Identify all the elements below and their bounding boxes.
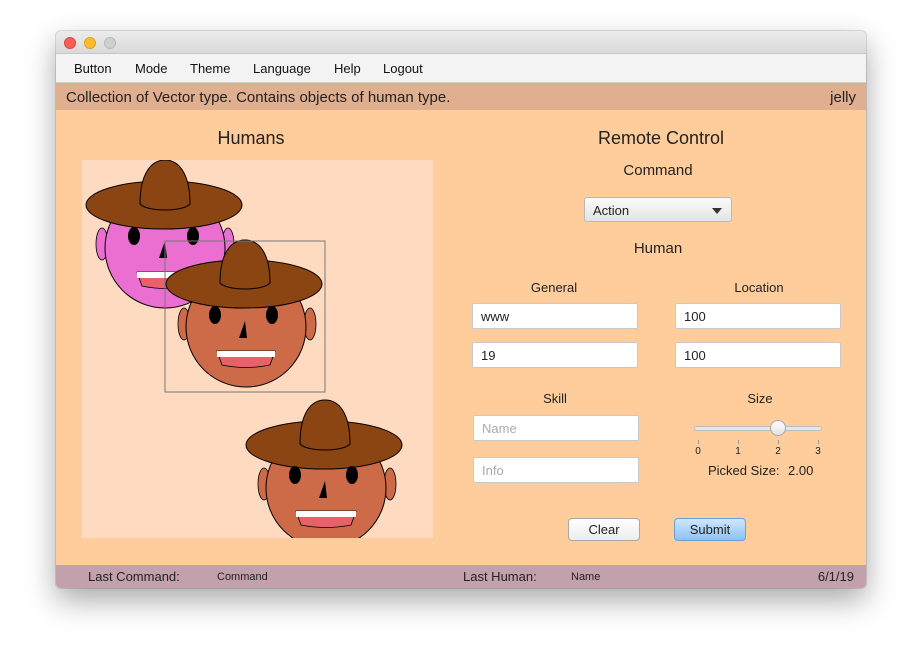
slider-tick [778,440,779,444]
location-y-field[interactable] [675,342,841,368]
slider-tick [738,440,739,444]
menu-bar: Button Mode Theme Language Help Logout [56,54,866,83]
location-label: Location [734,280,784,295]
main-panel: Humans Remote Control Command Action Hum… [56,110,866,565]
clear-button[interactable]: Clear [568,518,640,541]
size-slider[interactable]: 0 1 2 3 [694,419,822,457]
command-dropdown[interactable]: Action [584,197,732,222]
username: jelly [830,89,856,106]
last-human-value: Name [571,571,601,583]
skill-label: Skill [543,391,567,406]
slider-tick [698,440,699,444]
general-age-field[interactable] [472,342,638,368]
slider-tick [818,440,819,444]
general-label: General [530,280,578,295]
title-bar [56,31,866,54]
remote-control-title: Remote Control [597,128,725,148]
slider-tick-label: 0 [695,446,701,457]
human-label: Human [633,240,683,257]
last-command-value: Command [217,571,268,583]
menu-button[interactable]: Button [74,61,112,76]
size-label: Size [747,391,773,406]
menu-help[interactable]: Help [334,61,361,76]
last-human-label: Last Human: [463,569,537,584]
chevron-down-icon [712,208,722,214]
humans-canvas[interactable] [82,160,433,538]
skill-info-field[interactable] [473,457,639,483]
location-x-field[interactable] [675,303,841,329]
humans-title: Humans [217,128,285,148]
minimize-window-button[interactable] [84,37,96,49]
humans-drawing[interactable] [82,160,433,538]
command-label: Command [623,162,693,179]
picked-size-value: 2.00 [788,463,814,478]
last-command-label: Last Command: [88,569,180,584]
menu-language[interactable]: Language [253,61,311,76]
slider-tick-label: 1 [735,446,741,457]
slider-tick-label: 3 [815,446,821,457]
menu-logout[interactable]: Logout [383,61,423,76]
collection-info: Collection of Vector type. Contains obje… [66,89,451,106]
command-dropdown-value: Action [593,203,630,218]
slider-thumb[interactable] [770,420,786,436]
close-window-button[interactable] [64,37,76,49]
info-bar: Collection of Vector type. Contains obje… [56,83,866,110]
picked-size-label: Picked Size: [708,463,780,478]
menu-theme[interactable]: Theme [190,61,230,76]
status-bar: Last Command: Command Last Human: Name 6… [56,565,866,588]
zoom-window-button[interactable] [104,37,116,49]
submit-button[interactable]: Submit [674,518,746,541]
human-figure[interactable] [245,399,403,538]
slider-track[interactable] [694,426,822,431]
slider-tick-label: 2 [775,446,781,457]
skill-name-field[interactable] [473,415,639,441]
general-name-field[interactable] [472,303,638,329]
app-window: Button Mode Theme Language Help Logout C… [56,31,866,588]
status-date: 6/1/19 [817,569,854,584]
menu-mode[interactable]: Mode [135,61,168,76]
